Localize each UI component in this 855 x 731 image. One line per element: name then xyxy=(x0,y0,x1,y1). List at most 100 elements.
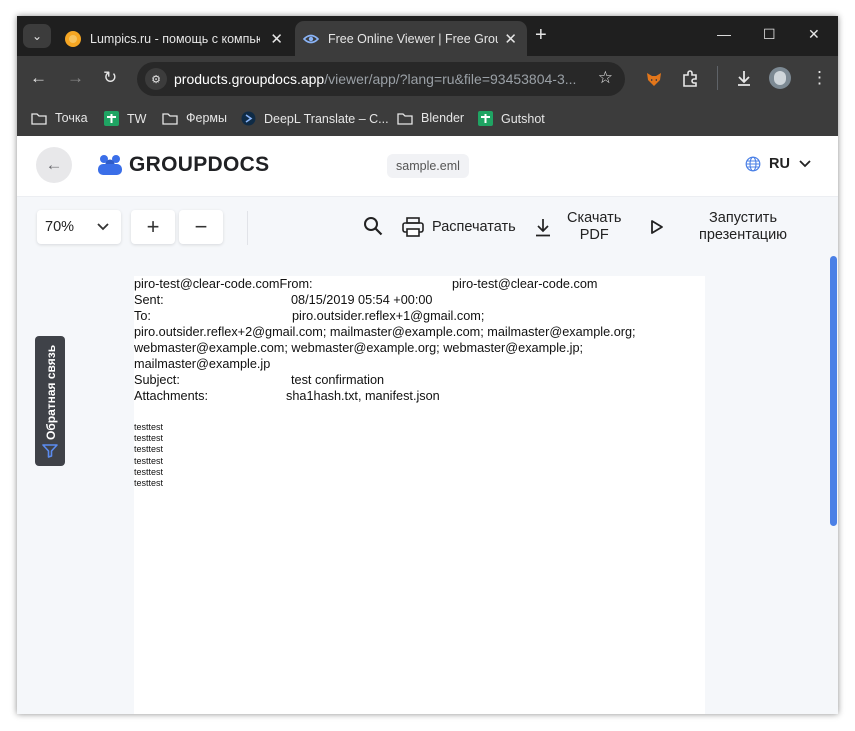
chevron-down-icon xyxy=(799,160,811,168)
to-label: To: xyxy=(134,309,151,323)
reload-icon[interactable]: ↻ xyxy=(103,68,117,88)
to-value: piro.outsider.reflex+1@gmail.com; xyxy=(292,309,485,323)
close-window-icon[interactable]: ✕ xyxy=(808,26,820,43)
new-tab-button[interactable]: + xyxy=(535,24,547,47)
download-icon[interactable] xyxy=(735,69,753,87)
forward-arrow-icon[interactable]: → xyxy=(67,68,84,88)
body-line: testtest xyxy=(134,444,164,455)
arrow-left-icon: ← xyxy=(45,155,63,174)
bookmark-label: DeepL Translate – С... xyxy=(264,111,389,126)
app-header: ← GROUPDOCS sample.eml RU xyxy=(17,136,838,196)
bookmark-fermy[interactable]: Фермы xyxy=(162,111,227,125)
bookmark-label: Точка xyxy=(55,111,88,125)
lumpics-favicon xyxy=(65,30,81,47)
minimize-icon[interactable]: — xyxy=(717,26,731,42)
print-label: Распечатать xyxy=(432,219,516,235)
folder-icon xyxy=(162,112,178,125)
more-menu-icon[interactable]: ⋮ xyxy=(811,68,828,88)
language-selector[interactable]: RU xyxy=(745,156,811,172)
from-label: piro-test@clear-code.comFrom: xyxy=(134,277,313,291)
zoom-value: 70% xyxy=(45,219,75,235)
sent-label: Sent: xyxy=(134,293,164,307)
logo-text: GROUPDOCS xyxy=(129,153,270,176)
toolbar-separator xyxy=(247,211,248,245)
bookmark-tochka[interactable]: Точка xyxy=(31,111,88,125)
groupdocs-people-icon xyxy=(98,155,122,175)
browser-window: ⌄ Lumpics.ru - помощь с компьютером ✕ Fr… xyxy=(17,16,838,714)
bookmark-label: Gutshot xyxy=(501,111,545,126)
zoom-select[interactable]: 70% xyxy=(37,210,121,244)
zoom-in-button[interactable]: + xyxy=(131,210,175,244)
filter-funnel-icon xyxy=(42,444,58,458)
bookmark-gutshot[interactable]: Gutshot xyxy=(478,111,545,126)
chevron-down-icon: ⌄ xyxy=(31,29,43,43)
bookmark-tw[interactable]: TW xyxy=(104,111,146,126)
close-tab-icon[interactable]: ✕ xyxy=(504,30,517,48)
bookmark-star-icon[interactable]: ☆ xyxy=(598,68,613,88)
tab-title: Free Online Viewer | Free GroupDocs Apps xyxy=(328,31,498,46)
present-label: Запустить xyxy=(709,210,777,226)
file-name-chip: sample.eml xyxy=(387,154,469,178)
bookmark-blender[interactable]: Blender xyxy=(397,111,464,125)
body-line: testtest xyxy=(134,466,164,477)
attachments-value: sha1hash.txt, manifest.json xyxy=(286,389,440,403)
site-info-icon[interactable]: ⚙ xyxy=(145,68,167,90)
subject-value: test confirmation xyxy=(291,373,385,387)
zoom-out-button[interactable]: − xyxy=(179,210,223,244)
feedback-label: Обратная связь xyxy=(44,344,58,440)
to-recipients-line: webmaster@example.com; webmaster@example… xyxy=(134,341,584,355)
vertical-scrollbar[interactable] xyxy=(830,256,837,526)
tab-search-button[interactable]: ⌄ xyxy=(23,24,51,48)
minus-icon: − xyxy=(194,214,208,239)
document-viewer[interactable]: piro-test@clear-code.comFrom: piro-test@… xyxy=(17,258,838,714)
page-content: ← GROUPDOCS sample.eml RU 70% + − Распеч… xyxy=(17,136,838,714)
sent-value: 08/15/2019 05:54 +00:00 xyxy=(291,293,433,307)
tab-strip: ⌄ Lumpics.ru - помощь с компьютером ✕ Fr… xyxy=(17,16,838,56)
body-line: testtest xyxy=(134,422,164,432)
close-tab-icon[interactable]: ✕ xyxy=(270,30,283,48)
maximize-icon[interactable]: ☐ xyxy=(763,26,776,43)
present-label-2: презентацию xyxy=(699,227,788,243)
url-text[interactable]: products.groupdocs.app/viewer/app/?lang=… xyxy=(174,71,576,87)
chevron-down-icon xyxy=(97,223,109,231)
start-presentation-button[interactable]: Запустить презентацию xyxy=(699,210,787,244)
browser-toolbar: ← → ↻ ⚙ products.groupdocs.app/viewer/ap… xyxy=(17,56,838,102)
download-label: Скачать xyxy=(567,210,622,226)
profile-avatar[interactable] xyxy=(769,67,791,89)
extensions-puzzle-icon[interactable] xyxy=(681,69,700,88)
body-line: testtest xyxy=(134,478,164,489)
search-icon[interactable] xyxy=(363,216,383,236)
eye-favicon xyxy=(303,34,319,43)
folder-icon xyxy=(31,112,47,125)
download-format-label: PDF xyxy=(579,227,609,243)
toolbar-divider xyxy=(717,66,718,90)
back-button[interactable]: ← xyxy=(36,147,72,183)
print-button[interactable]: Распечатать xyxy=(402,217,516,237)
groupdocs-logo[interactable]: GROUPDOCS xyxy=(97,153,269,177)
tab-title: Lumpics.ru - помощь с компьютером xyxy=(90,31,260,46)
language-label: RU xyxy=(769,156,790,172)
email-body: testtest testtest testtest testtest test… xyxy=(134,422,163,489)
feedback-button[interactable]: Обратная связь xyxy=(35,336,65,466)
folder-icon xyxy=(397,112,413,125)
bookmark-deepl[interactable]: DeepL Translate – С... xyxy=(241,111,389,126)
to-recipients-line: mailmaster@example.jp xyxy=(134,357,271,371)
plus-icon: + xyxy=(146,214,160,239)
address-bar[interactable]: ⚙ products.groupdocs.app/viewer/app/?lan… xyxy=(137,62,625,96)
globe-icon xyxy=(745,156,761,172)
email-headers: piro-test@clear-code.comFrom: piro-test@… xyxy=(134,276,636,404)
download-icon[interactable] xyxy=(535,218,551,237)
document-page: piro-test@clear-code.comFrom: piro-test@… xyxy=(134,276,705,714)
download-pdf-button[interactable]: Скачать PDF xyxy=(567,210,621,244)
body-line: testtest xyxy=(134,455,164,466)
play-icon[interactable] xyxy=(650,219,664,235)
bookmarks-bar: Точка TW Фермы DeepL Translate – С... Bl… xyxy=(17,102,838,136)
tab-groupdocs[interactable]: Free Online Viewer | Free GroupDocs Apps… xyxy=(295,21,527,56)
tab-lumpics[interactable]: Lumpics.ru - помощь с компьютером ✕ xyxy=(57,21,293,56)
back-arrow-icon[interactable]: ← xyxy=(30,68,47,88)
metamask-fox-icon[interactable] xyxy=(645,70,663,88)
sheets-icon xyxy=(104,111,119,126)
viewer-toolbar: 70% + − Распечатать Скачать PDF Запустит… xyxy=(17,196,838,259)
deepl-icon xyxy=(241,111,256,126)
sheets-icon xyxy=(478,111,493,126)
